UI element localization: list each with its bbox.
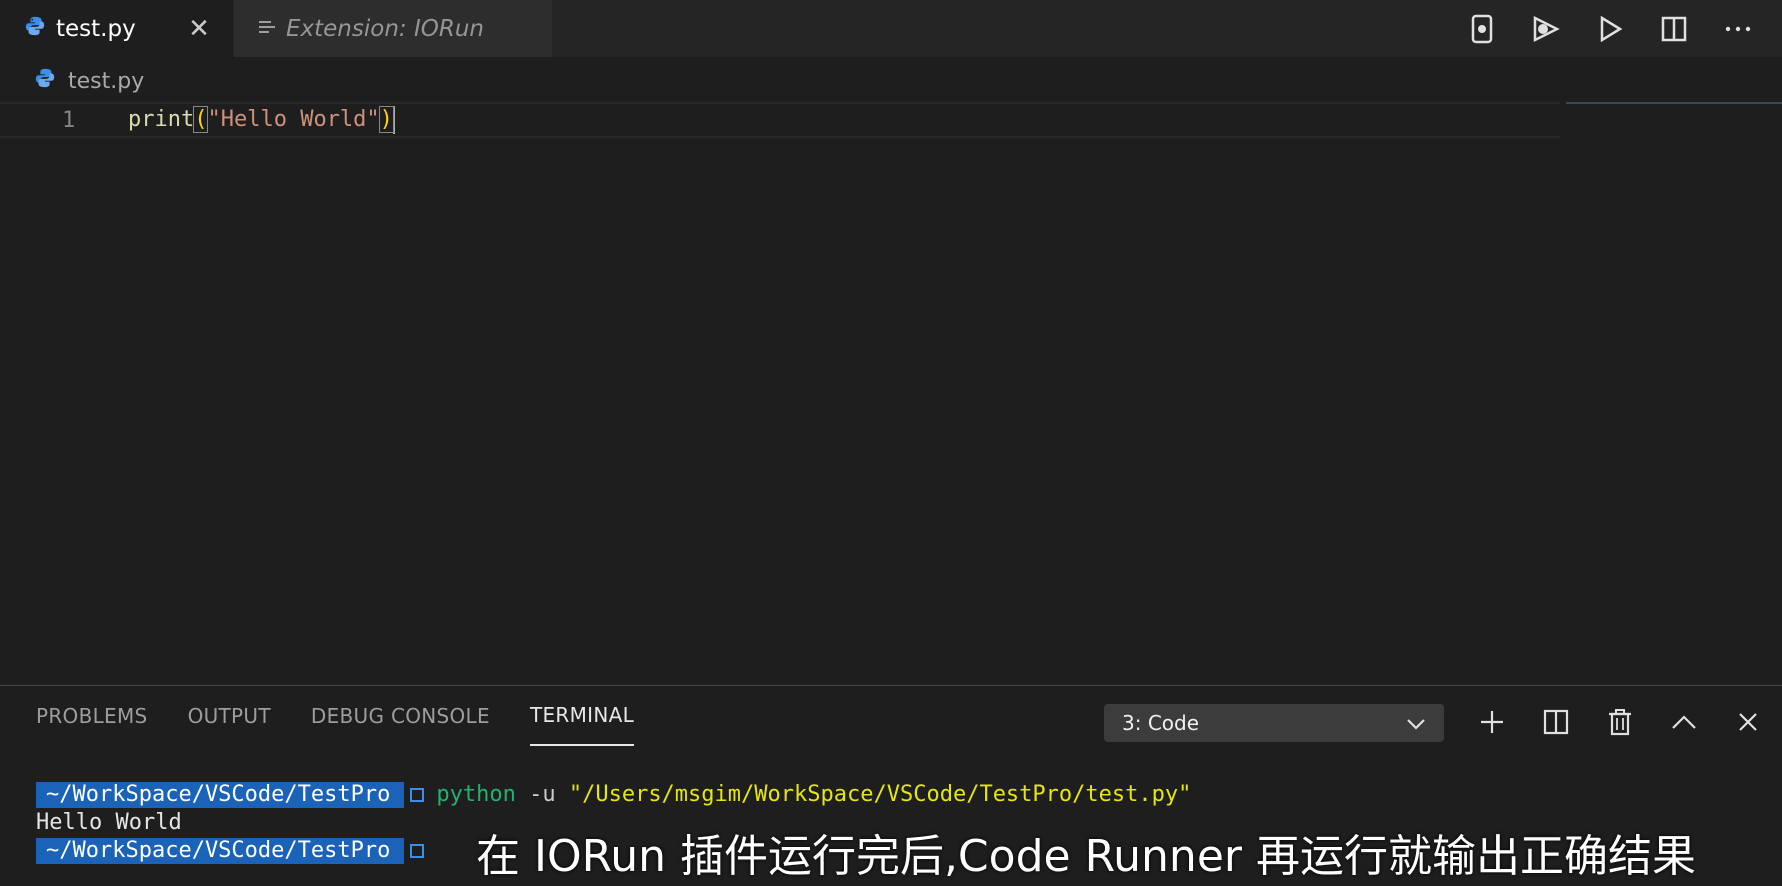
prompt-separator-icon bbox=[410, 844, 425, 858]
editor-tab-bar: test.py ✕ Extension: IORun bbox=[0, 0, 1782, 57]
run-icon[interactable] bbox=[1578, 0, 1642, 57]
terminal-select[interactable]: 3: Code bbox=[1104, 704, 1444, 742]
terminal-flag: -u bbox=[515, 782, 569, 807]
new-terminal-icon[interactable] bbox=[1460, 700, 1524, 744]
code-close-paren: ) bbox=[378, 106, 394, 133]
run-code-icon[interactable] bbox=[1514, 0, 1578, 57]
trash-icon[interactable] bbox=[1588, 700, 1652, 744]
tab-problems[interactable]: PROBLEMS bbox=[36, 686, 148, 746]
code-open-paren: ( bbox=[193, 106, 209, 133]
prompt-path: ~/WorkSpace/VSCode/TestPro bbox=[36, 838, 405, 864]
run-in-device-icon[interactable] bbox=[1450, 0, 1514, 57]
close-icon[interactable]: ✕ bbox=[185, 14, 213, 44]
tab-extension-iorun[interactable]: Extension: IORun bbox=[234, 0, 552, 57]
chevron-down-icon bbox=[1406, 711, 1426, 735]
panel-actions bbox=[1460, 700, 1780, 744]
terminal-line: ~/WorkSpace/VSCode/TestPro python -u "/U… bbox=[36, 781, 1191, 809]
breadcrumb-file[interactable]: test.py bbox=[68, 69, 144, 94]
text-cursor bbox=[392, 106, 395, 134]
tab-label: test.py bbox=[56, 15, 136, 42]
prompt-path: ~/WorkSpace/VSCode/TestPro bbox=[36, 782, 405, 808]
more-actions-icon[interactable] bbox=[1706, 0, 1770, 57]
terminal-path: "/Users/msgim/WorkSpace/VSCode/TestPro/t… bbox=[568, 782, 1192, 807]
panel-tabs: PROBLEMS OUTPUT DEBUG CONSOLE TERMINAL bbox=[36, 686, 674, 746]
tab-terminal[interactable]: TERMINAL bbox=[529, 686, 635, 746]
code-editor[interactable]: 1 print("Hello World") bbox=[0, 100, 1782, 685]
breadcrumb: test.py bbox=[34, 64, 144, 98]
code-line[interactable]: 1 print("Hello World") bbox=[0, 102, 1560, 138]
video-subtitle: 在 IORun 插件运行完后,Code Runner 再运行就输出正确结果 bbox=[476, 831, 1696, 882]
prompt-separator-icon bbox=[410, 788, 425, 802]
line-number: 1 bbox=[62, 107, 76, 133]
tab-debug-console[interactable]: DEBUG CONSOLE bbox=[311, 686, 490, 746]
terminal-output-text: Hello World bbox=[36, 810, 182, 835]
preview-icon bbox=[258, 16, 276, 42]
python-file-icon bbox=[24, 15, 46, 43]
code-string: "Hello World" bbox=[207, 107, 380, 132]
tab-label: Extension: IORun bbox=[286, 15, 484, 42]
code-function: print bbox=[128, 107, 195, 132]
python-file-icon bbox=[34, 67, 56, 95]
tab-test-py[interactable]: test.py ✕ bbox=[0, 0, 234, 57]
split-editor-icon[interactable] bbox=[1642, 0, 1706, 57]
tab-output[interactable]: OUTPUT bbox=[188, 686, 271, 746]
minimap[interactable] bbox=[1566, 102, 1782, 104]
terminal-command: python bbox=[436, 782, 516, 807]
chevron-up-icon[interactable] bbox=[1652, 700, 1716, 744]
editor-actions bbox=[1450, 0, 1782, 57]
split-terminal-icon[interactable] bbox=[1524, 700, 1588, 744]
close-panel-icon[interactable] bbox=[1716, 700, 1780, 744]
terminal-select-value: 3: Code bbox=[1122, 711, 1200, 735]
code-text[interactable]: print("Hello World") bbox=[128, 106, 395, 134]
